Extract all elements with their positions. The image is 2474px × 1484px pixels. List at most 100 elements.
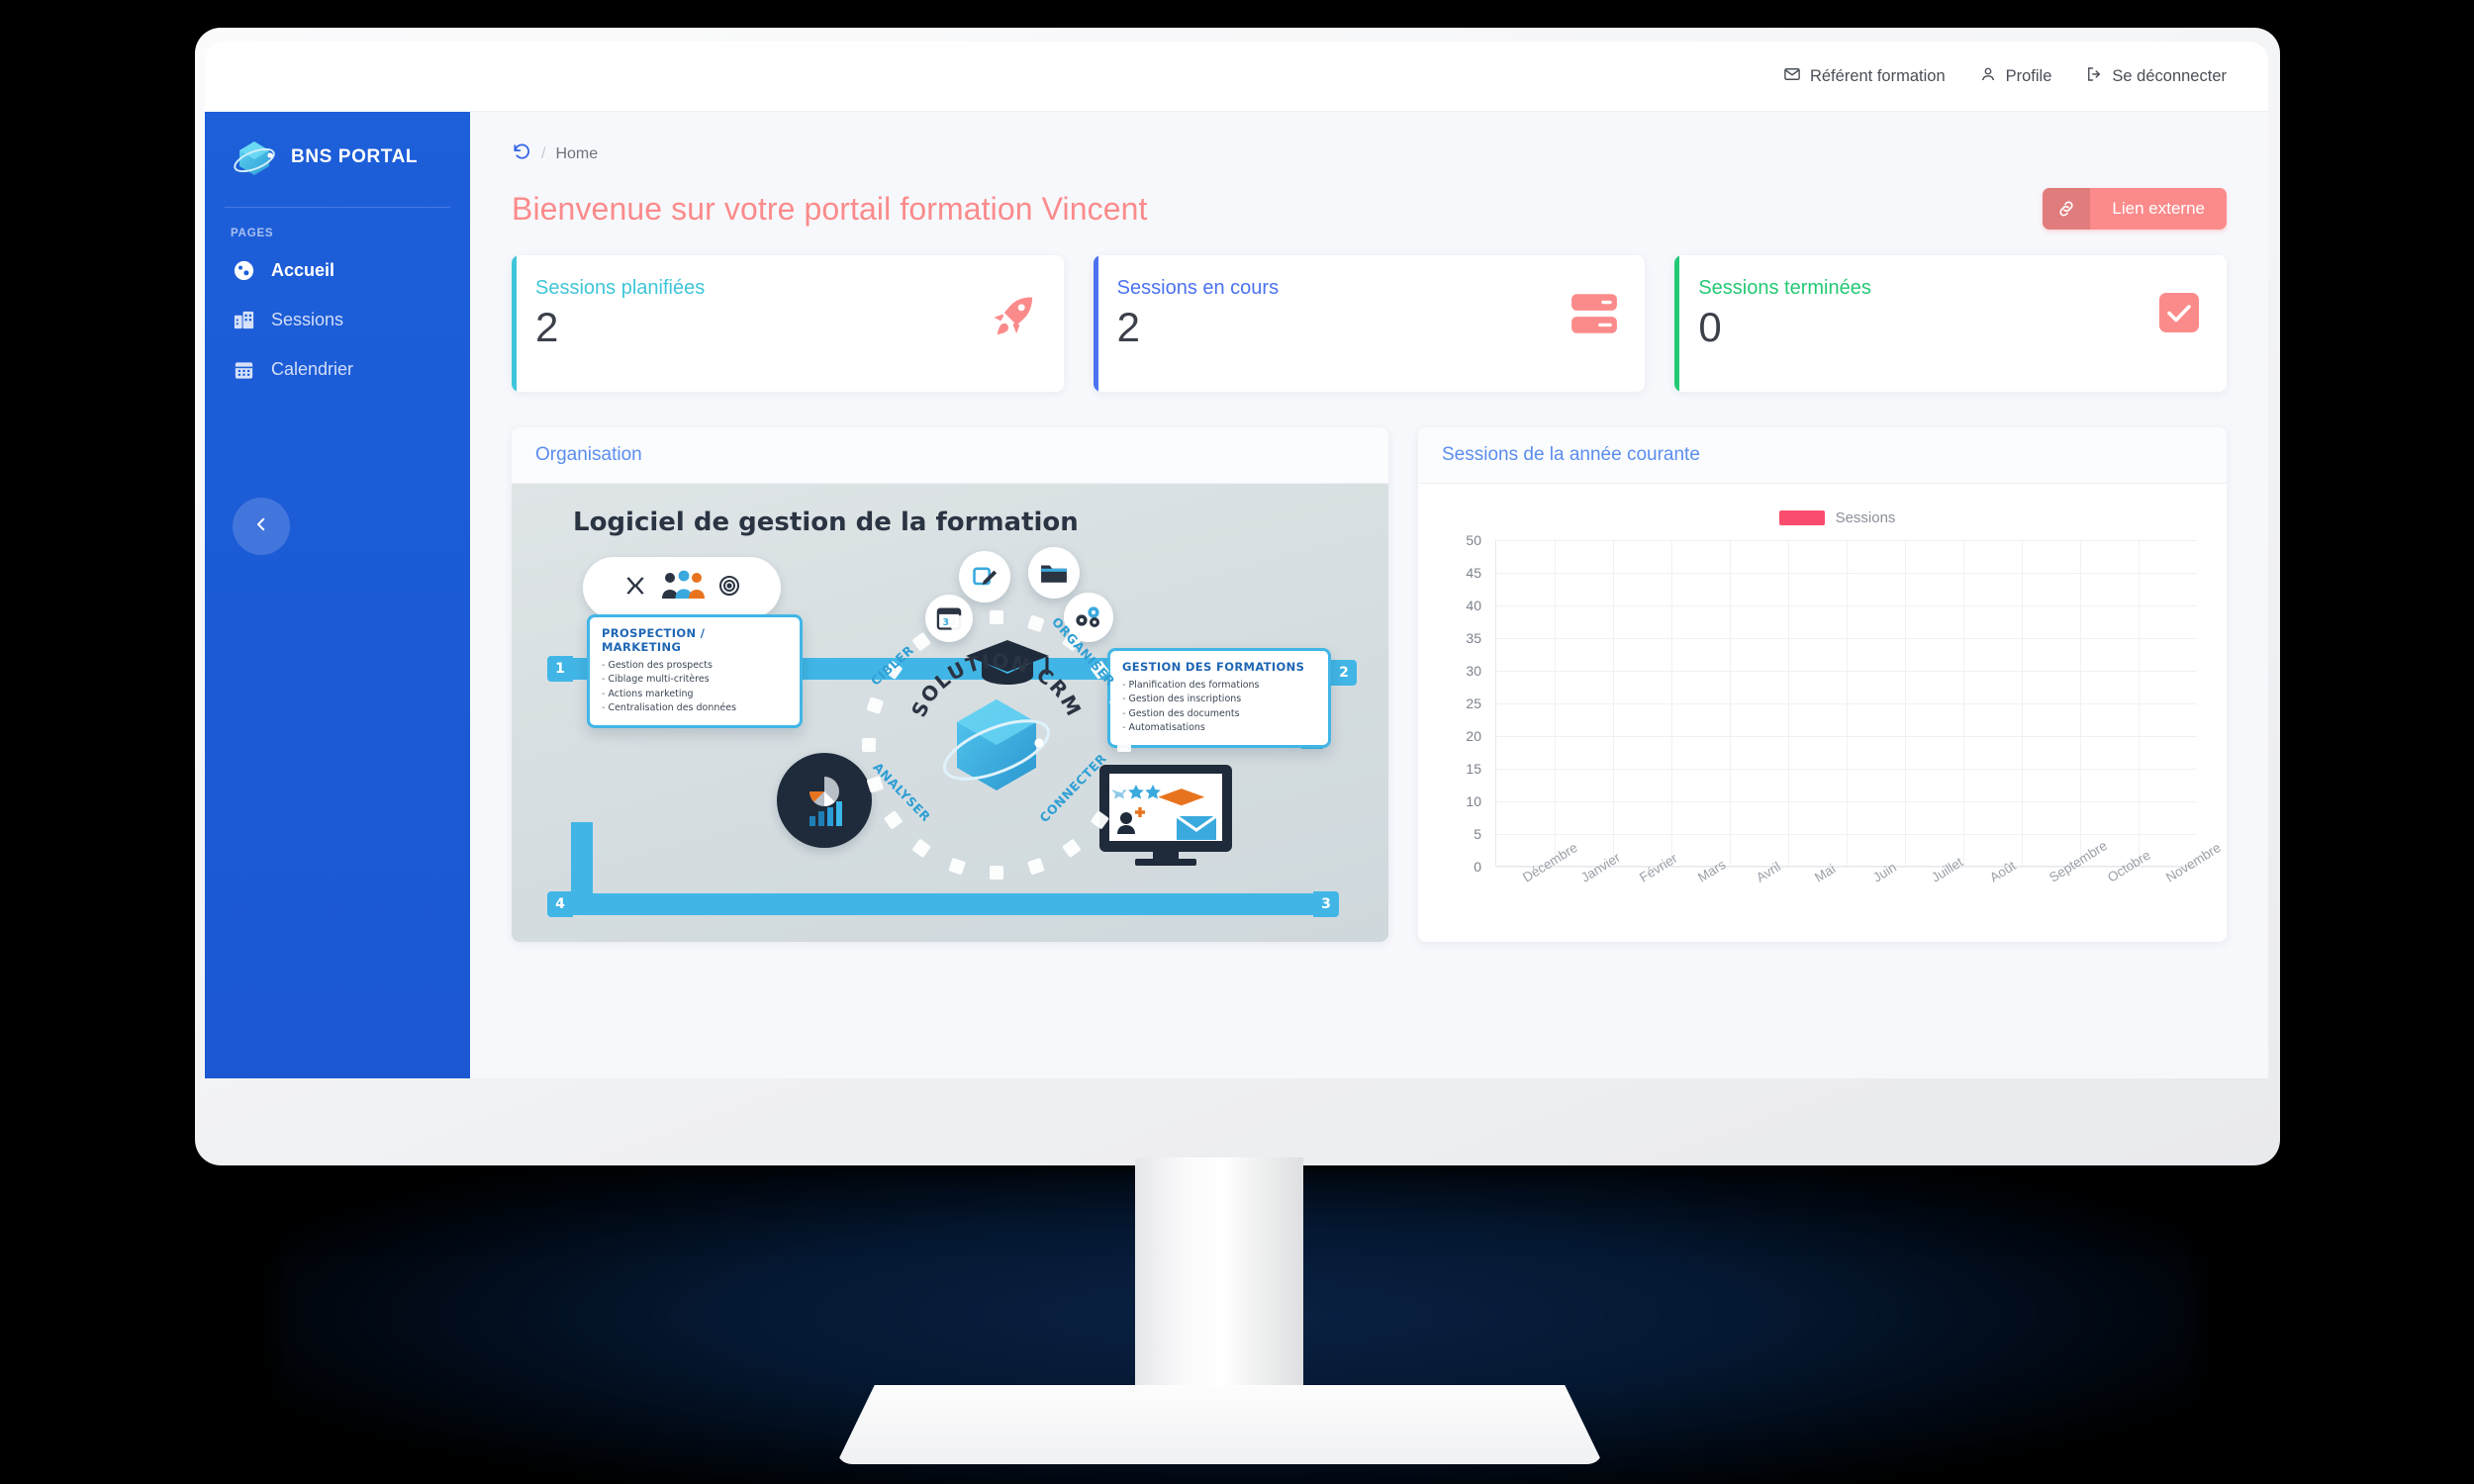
stat-label: Sessions planifiées — [535, 277, 706, 299]
infographic-box-item: Centralisation des données — [602, 701, 788, 715]
infographic-title: Logiciel de gestion de la formation — [573, 508, 1079, 537]
chart-gridline-v — [2139, 540, 2140, 866]
sidebar-item-calendrier[interactable]: Calendrier — [205, 344, 470, 394]
chart-gridline-v — [1555, 540, 1556, 866]
chart-y-tick: 50 — [1466, 532, 1481, 548]
sidebar-item-accueil[interactable]: Accueil — [205, 245, 470, 295]
bns-logo-icon — [231, 134, 278, 181]
stat-card-sessions-terminees[interactable]: Sessions terminées 0 — [1674, 255, 2228, 392]
chart-panel-body: Sessions 0 5 10 15 20 25 30 35 40 45 50 Décembre Ja… — [1418, 484, 2227, 942]
sidebar-section-label: PAGES — [231, 228, 274, 239]
topbar-link-label: Se déconnecter — [2112, 66, 2227, 85]
user-icon — [1979, 65, 1997, 88]
chart-y-axis: 0 5 10 15 20 25 30 35 40 45 50 — [1444, 532, 1489, 875]
monitor-stand-base — [836, 1385, 1603, 1464]
chart-y-tick: 20 — [1466, 728, 1481, 744]
dashboard-icon — [231, 257, 256, 283]
app-screen: BNS PORTAL PAGES Accueil Sessions Calend… — [205, 42, 2268, 1078]
chart-y-tick: 35 — [1466, 630, 1481, 646]
external-link-button[interactable]: Lien externe — [2043, 188, 2227, 230]
brand[interactable]: BNS PORTAL — [205, 112, 470, 207]
legend-label-sessions: Sessions — [1835, 510, 1896, 526]
chart-plot-wrapper: 0 5 10 15 20 25 30 35 40 45 50 — [1444, 532, 2197, 875]
sidebar-item-label: Calendrier — [271, 358, 354, 379]
infographic-step-number-3: 3 — [1313, 891, 1339, 917]
infographic-step-number-1: 1 — [547, 656, 573, 682]
topbar-profile[interactable]: Profile — [1979, 65, 2051, 88]
stat-label: Sessions en cours — [1116, 277, 1280, 299]
infographic-box-item: Automatisations — [1122, 721, 1316, 735]
chart-gridline-v — [2080, 540, 2081, 866]
sidebar-item-label: Accueil — [271, 259, 335, 280]
chart-gridline-v — [1847, 540, 1848, 866]
topbar: Référent formation Profile Se déconnecte… — [470, 42, 2268, 112]
chart-gridline-v — [2022, 540, 2023, 866]
infographic-step-number-4: 4 — [547, 891, 573, 917]
folder-icon — [1028, 547, 1080, 599]
stat-card-sessions-planifiees[interactable]: Sessions planifiées 2 — [512, 255, 1064, 392]
sessions-chart-panel: Sessions de la année courante Sessions 0… — [1418, 427, 2227, 942]
organisation-panel-header: Organisation — [512, 427, 1388, 484]
sidebar-collapse-button[interactable] — [233, 498, 290, 555]
chart-y-tick: 5 — [1474, 826, 1481, 842]
infographic-box-title: PROSPECTION / MARKETING — [602, 626, 706, 654]
chart-y-tick: 45 — [1466, 565, 1481, 581]
stat-cards: Sessions planifiées 2 Sessions en cours … — [512, 255, 2228, 392]
chart-y-tick: 10 — [1466, 793, 1481, 809]
chart-plot-area — [1495, 540, 2197, 868]
topbar-link-label: Référent formation — [1809, 66, 1946, 85]
chart-gridline-v — [1788, 540, 1789, 866]
calendar-icon — [231, 356, 256, 382]
stat-value: 0 — [1698, 304, 1722, 350]
building-icon — [231, 307, 256, 332]
panels-row: Organisation Logiciel de gestion de la f… — [512, 427, 2227, 942]
main-column: Référent formation Profile Se déconnecte… — [470, 42, 2268, 1078]
crm-infographic: Logiciel de gestion de la formation 1 PR… — [512, 484, 1388, 942]
stat-value: 2 — [535, 304, 559, 350]
chart-y-tick: 40 — [1466, 598, 1481, 613]
chart-x-axis: Décembre Janvier Février Mars Avril Mai Juin Ju… — [1495, 838, 2224, 942]
sidebar-item-label: Sessions — [271, 309, 344, 329]
sidebar-item-sessions[interactable]: Sessions — [205, 295, 470, 344]
breadcrumb-current[interactable]: Home — [555, 145, 598, 163]
page-title: Bienvenue sur votre portail formation Vi… — [512, 190, 1148, 227]
monitor-stand-neck — [1135, 1158, 1303, 1415]
infographic-box-item: Planification des formations — [1122, 679, 1316, 693]
people-group-icon — [660, 569, 706, 607]
chart-y-tick: 15 — [1466, 761, 1481, 777]
stat-card-sessions-en-cours[interactable]: Sessions en cours 2 — [1093, 255, 1646, 392]
infographic-box-item: Ciblage multi-critères — [602, 673, 788, 687]
breadcrumb: / Home — [512, 141, 2227, 166]
crm-hub: SOLUTION CRM CIBLER ORGANISER CONNECTER … — [848, 597, 1145, 893]
infographic-box-title: GESTION DES FORMATIONS — [1122, 660, 1305, 674]
infographic-canvas: 1 PROSPECTION / MARKETING Gestion des pr… — [512, 537, 1388, 942]
infographic-box-item: Gestion des documents — [1122, 707, 1316, 721]
chart-panel-header: Sessions de la année courante — [1418, 427, 2227, 484]
chart-legend[interactable]: Sessions — [1477, 510, 2197, 526]
chart-gridline-v — [1671, 540, 1672, 866]
infographic-box-item: Gestion des prospects — [602, 659, 788, 673]
topbar-logout[interactable]: Se déconnecter — [2085, 65, 2227, 88]
brand-name: BNS PORTAL — [291, 146, 419, 167]
page-header: Bienvenue sur votre portail formation Vi… — [512, 188, 2227, 230]
undo-icon[interactable] — [512, 141, 531, 166]
infographic-box-item: Gestion des inscriptions — [1122, 693, 1316, 706]
servers-icon — [1570, 291, 1619, 341]
chart-gridline-v — [1963, 540, 1964, 866]
target-icon — [717, 574, 741, 603]
chart-y-tick: 30 — [1466, 663, 1481, 679]
chart-gridline-v — [1905, 540, 1906, 866]
topbar-referent-formation[interactable]: Référent formation — [1783, 65, 1946, 88]
infographic-box-prospection: PROSPECTION / MARKETING Gestion des pros… — [587, 614, 803, 728]
logout-icon — [2085, 65, 2103, 88]
check-square-icon — [2157, 291, 2201, 339]
organisation-panel-body: Logiciel de gestion de la formation 1 PR… — [512, 484, 1388, 942]
chart-gridline-v — [1730, 540, 1731, 866]
stat-label: Sessions terminées — [1698, 277, 1871, 299]
chart-gridline-v — [1613, 540, 1614, 866]
link-icon — [2043, 188, 2091, 230]
connector-arrow-bottom — [571, 893, 1323, 915]
external-link-label: Lien externe — [2112, 199, 2205, 218]
stat-value: 2 — [1116, 304, 1141, 350]
sessions-bar-chart: Sessions 0 5 10 15 20 25 30 35 40 45 50 Décembre Ja… — [1418, 484, 2227, 942]
